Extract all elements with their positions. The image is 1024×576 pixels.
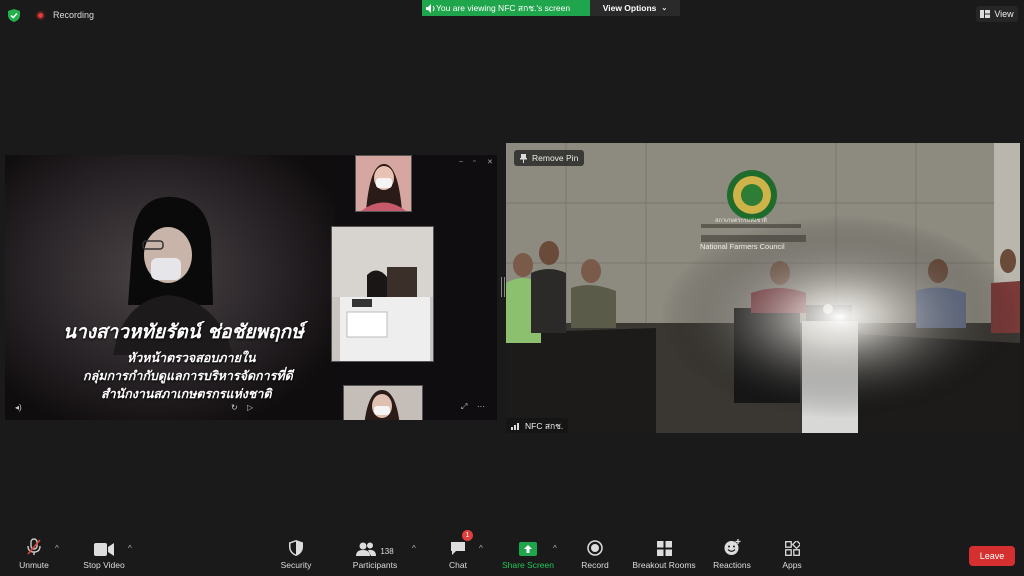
microphone-muted-icon: [27, 538, 41, 555]
security-shield-icon: [289, 540, 303, 556]
reactions-label: Reactions: [713, 560, 751, 570]
chat-button[interactable]: 1 Chat: [418, 530, 498, 576]
chat-options-caret-icon[interactable]: ^: [479, 544, 483, 553]
unmute-button[interactable]: Unmute: [0, 534, 74, 576]
thumbnail-portrait: [355, 155, 412, 212]
play-icon[interactable]: ▷: [247, 403, 253, 412]
record-label: Record: [581, 560, 609, 570]
participants-label: Participants: [352, 560, 398, 570]
apps-label: Apps: [782, 560, 802, 570]
view-label: View: [994, 9, 1014, 19]
chevron-down-icon: ⌄: [661, 5, 668, 12]
minimize-icon[interactable]: –: [459, 158, 463, 165]
viewing-banner: You are viewing NFC สกช.'s screen: [422, 0, 590, 16]
shared-screen-view[interactable]: – ▫ ✕ นางสาวหทัยรัตน์ ช่อชัยพฤกษ์ หัวหน้: [5, 155, 497, 420]
top-left-status: Recording: [8, 6, 94, 24]
pin-icon: [520, 153, 527, 163]
apps-icon: [784, 541, 800, 556]
chat-bubble-icon: [451, 542, 465, 555]
presenter-title-1: หัวหน้าตรวจสอบภายใน: [127, 351, 256, 365]
record-icon: [587, 540, 603, 556]
unmute-label: Unmute: [19, 560, 49, 570]
chat-label: Chat: [449, 560, 467, 570]
audio-options-caret-icon[interactable]: ^: [55, 544, 59, 553]
breakout-rooms-icon: [656, 541, 672, 556]
meeting-toolbar: Unmute ^ Stop Video ^ Security 138 Parti: [0, 530, 1024, 576]
thumbnail-office: [331, 226, 434, 362]
video-camera-icon: [94, 543, 114, 556]
stop-video-label: Stop Video: [83, 560, 125, 570]
split-view-divider[interactable]: [501, 277, 505, 297]
view-options-button[interactable]: View Options ⌄: [590, 0, 680, 16]
restore-icon[interactable]: ▫: [473, 158, 475, 165]
grid-view-icon: [980, 10, 991, 18]
view-button[interactable]: View: [976, 6, 1018, 22]
reactions-smiley-icon: [724, 539, 740, 555]
participants-icon: [356, 542, 377, 556]
fullscreen-icon[interactable]: ⤢: [461, 402, 467, 412]
apps-button[interactable]: Apps: [752, 534, 832, 576]
wall-sign-thai: สภาเกษตรกรแห่งชาติ: [715, 218, 767, 224]
participant-name-tag: NFC สกช.: [506, 418, 569, 433]
video-options-caret-icon[interactable]: ^: [128, 544, 132, 553]
recording-label: Recording: [53, 10, 95, 20]
share-screen-label: Share Screen: [502, 560, 554, 570]
security-button[interactable]: Security: [256, 534, 336, 576]
banner-text: You are viewing NFC สกช.'s screen: [436, 3, 571, 13]
signal-strength-icon: [511, 422, 519, 430]
participants-count: 138: [380, 547, 394, 556]
remove-pin-label: Remove Pin: [532, 153, 579, 163]
presenter-title-3: สำนักงานสภาเกษตรกรแห่งชาติ: [101, 387, 272, 401]
view-options-label: View Options: [602, 3, 657, 13]
chat-unread-badge: 1: [462, 530, 473, 541]
shield-icon[interactable]: [8, 8, 20, 22]
security-label: Security: [280, 560, 312, 570]
wall-sign-english: National Farmers Council: [700, 242, 785, 251]
record-button[interactable]: Record: [555, 534, 635, 576]
participant-name: NFC สกช.: [525, 420, 564, 431]
thumbnail-portrait-2: [343, 385, 423, 420]
speaker-icon: [426, 3, 435, 13]
replay-icon[interactable]: ↻: [231, 403, 238, 412]
presenter-title-2: กลุ่มการกำกับดูแลการบริหารจัดการที่ดี: [83, 369, 293, 383]
close-icon[interactable]: ✕: [487, 158, 493, 166]
volume-icon[interactable]: ◂): [15, 403, 22, 412]
participants-button[interactable]: 138 Participants: [335, 534, 415, 576]
stop-video-button[interactable]: Stop Video: [64, 534, 144, 576]
breakout-rooms-label: Breakout Rooms: [632, 560, 696, 570]
participants-options-caret-icon[interactable]: ^: [412, 544, 416, 553]
presenter-name: นางสาวหทัยรัตน์ ช่อชัยพฤกษ์: [63, 321, 304, 343]
remove-pin-button[interactable]: Remove Pin: [514, 150, 585, 166]
share-screen-icon: [519, 542, 537, 556]
more-options-icon[interactable]: ···: [477, 402, 485, 411]
leave-button[interactable]: Leave: [969, 546, 1015, 566]
meeting-room-video-image: [506, 143, 1020, 433]
recording-dot-icon: [36, 10, 45, 20]
camera-video-view[interactable]: [506, 143, 1020, 433]
